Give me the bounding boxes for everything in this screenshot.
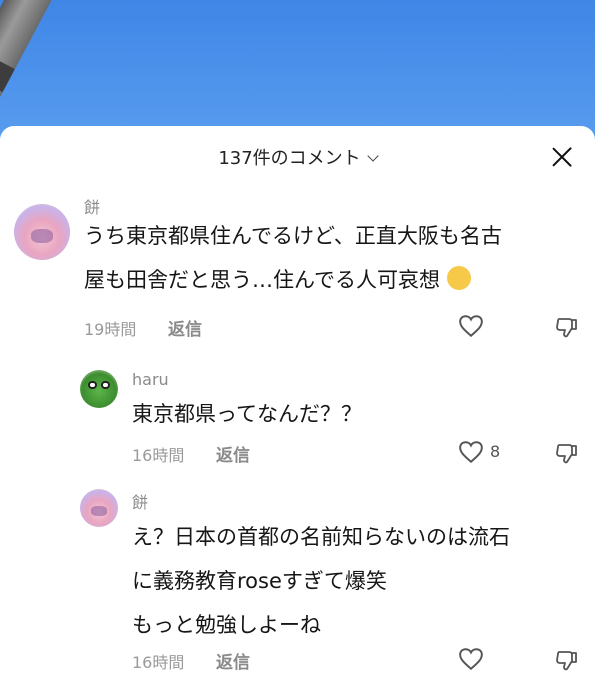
like-count: 8 — [490, 442, 501, 461]
comment-text: 東京都県ってなんだ？？ — [132, 392, 362, 436]
reply-comment: haru 東京都県ってなんだ？？ 16時間 返信 8 — [0, 362, 595, 472]
comment-line: もっと勉強しよーね — [132, 613, 321, 637]
thumbs-down-icon[interactable] — [555, 648, 579, 672]
reply-comment: 餅 え？日本の首都の名前知らないのは流石 に義務教育roseすぎて爆笑 もっと勉… — [0, 481, 595, 681]
comment-text: うち東京都県住んでるけど、正直大阪も名古 屋も田舎だと思う…住んでる人可哀想 — [84, 214, 502, 302]
reply-button[interactable]: 返信 — [216, 441, 250, 466]
comments-sheet: 137件のコメント 餅 うち東京都県住んでるけど、正直大阪も名古 屋も田舎だと思… — [0, 126, 595, 686]
heart-icon[interactable] — [458, 440, 484, 464]
comment-line: え？日本の首都の名前知らないのは流石 — [132, 525, 510, 549]
close-icon[interactable] — [551, 146, 573, 168]
chevron-down-icon — [367, 150, 379, 162]
crying-face-icon — [446, 266, 471, 290]
reply-button[interactable]: 返信 — [216, 648, 250, 673]
comment-line: 東京都県ってなんだ？？ — [132, 402, 362, 426]
comments-header: 137件のコメント — [0, 126, 595, 190]
comment-line: 屋も田舎だと思う…住んでる人可哀想 — [84, 258, 502, 302]
comment-time: 19時間 — [84, 320, 137, 339]
comments-count-label: 137件のコメント — [218, 148, 361, 169]
heart-icon[interactable] — [458, 314, 484, 338]
comment-line: うち東京都県住んでるけど、正直大阪も名古 — [84, 224, 502, 248]
comment-line: に義務教育roseすぎて爆笑 — [132, 569, 387, 593]
avatar[interactable] — [80, 370, 118, 408]
thumbs-down-icon[interactable] — [555, 315, 579, 339]
comment-text: え？日本の首都の名前知らないのは流石 に義務教育roseすぎて爆笑 もっと勉強し… — [132, 515, 510, 647]
heart-icon[interactable] — [458, 647, 484, 671]
comment: 餅 うち東京都県住んでるけど、正直大阪も名古 屋も田舎だと思う…住んでる人可哀想… — [0, 190, 595, 350]
avatar[interactable] — [80, 489, 118, 527]
avatar[interactable] — [14, 204, 70, 260]
comment-time: 16時間 — [132, 653, 185, 672]
reply-button[interactable]: 返信 — [168, 315, 202, 340]
comment-username[interactable]: haru — [132, 370, 169, 389]
comment-username[interactable]: 餅 — [132, 489, 148, 513]
thumbs-down-icon[interactable] — [555, 441, 579, 465]
comment-time: 16時間 — [132, 446, 185, 465]
comments-count-dropdown[interactable]: 137件のコメント — [0, 144, 595, 170]
